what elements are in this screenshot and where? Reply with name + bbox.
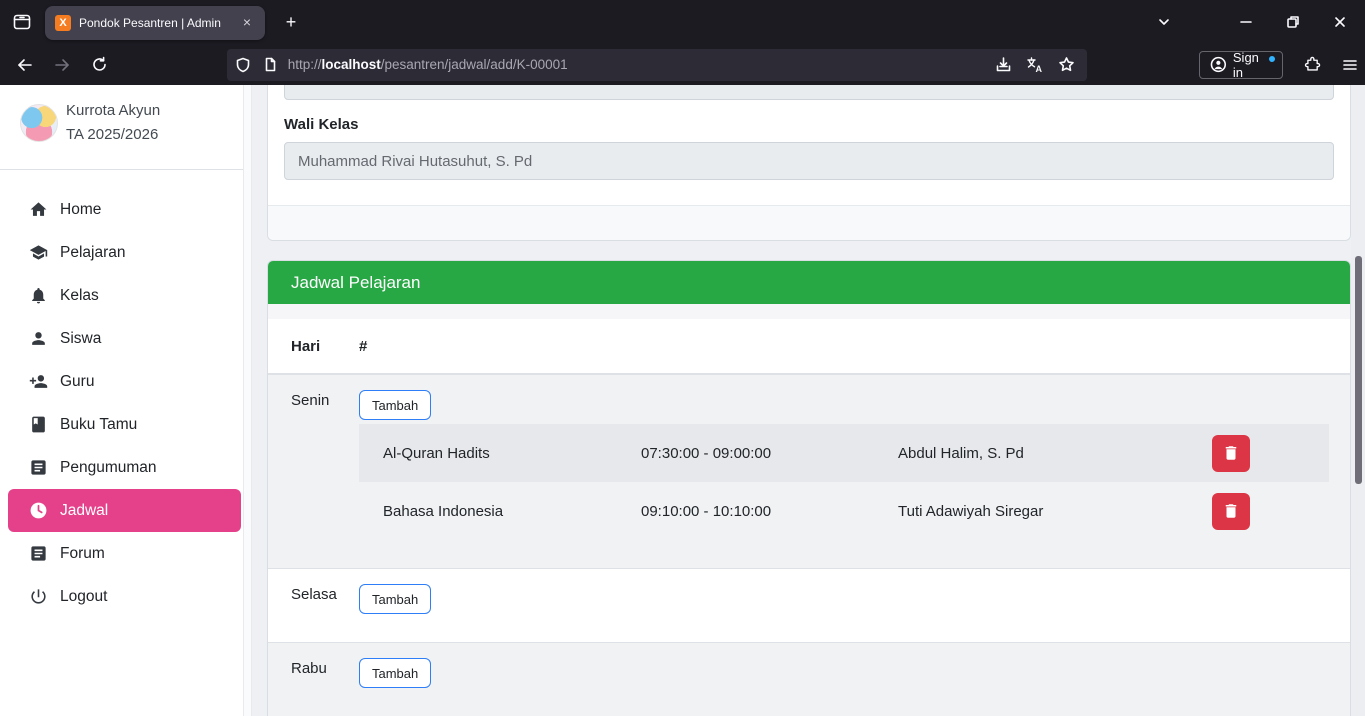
save-page-icon[interactable] bbox=[995, 56, 1012, 73]
menu-hamburger-icon[interactable] bbox=[1335, 50, 1365, 80]
card-footer bbox=[268, 205, 1350, 240]
tambah-button[interactable]: Tambah bbox=[359, 584, 432, 614]
main-scrollbar-thumb[interactable] bbox=[1355, 256, 1362, 484]
user-panel: Kurrota Akyun TA 2025/2026 bbox=[0, 85, 243, 147]
browser-chrome: X Pondok Pesantren | Admin × + http://lo… bbox=[0, 0, 1365, 85]
col-entries-header: # bbox=[359, 337, 368, 355]
schedule-entry-row: Bahasa Indonesia 09:10:00 - 10:10:00 Tut… bbox=[359, 482, 1329, 540]
entry-teacher: Tuti Adawiyah Siregar bbox=[898, 502, 1044, 520]
entry-subject: Bahasa Indonesia bbox=[383, 502, 504, 520]
user-year: TA 2025/2026 bbox=[66, 126, 159, 143]
user-name: Kurrota Akyun bbox=[66, 102, 161, 119]
main-scrollbar[interactable] bbox=[1351, 85, 1365, 716]
tambah-button[interactable]: Tambah bbox=[359, 390, 432, 420]
signin-button[interactable]: Sign in bbox=[1199, 49, 1283, 80]
home-icon bbox=[28, 200, 48, 220]
url-text: http://localhost/pesantren/jadwal/add/K-… bbox=[287, 57, 568, 72]
delete-entry-button[interactable] bbox=[1212, 492, 1250, 530]
sidebar-item-jadwal[interactable]: Jadwal bbox=[8, 489, 241, 532]
trash-icon bbox=[1225, 446, 1237, 460]
delete-entry-button[interactable] bbox=[1212, 434, 1250, 472]
kelas-form-card: Wali Kelas bbox=[267, 85, 1351, 241]
entry-teacher: Abdul Halim, S. Pd bbox=[898, 444, 1024, 462]
account-icon bbox=[1210, 56, 1227, 73]
shield-icon[interactable] bbox=[235, 57, 251, 73]
jadwal-title: Jadwal Pelajaran bbox=[291, 272, 421, 292]
window-minimize-button[interactable] bbox=[1229, 8, 1263, 36]
extensions-puzzle-icon[interactable] bbox=[1297, 50, 1327, 80]
bookmark-star-icon[interactable] bbox=[1058, 56, 1075, 73]
entry-time: 09:10:00 - 10:10:00 bbox=[641, 502, 772, 520]
sidebar-item-siswa[interactable]: Siswa bbox=[0, 317, 243, 360]
signin-label: Sign in bbox=[1232, 49, 1259, 80]
sidebar-item-forum[interactable]: Forum bbox=[0, 532, 243, 575]
entry-time: 07:30:00 - 09:00:00 bbox=[641, 444, 772, 462]
tab-title: Pondok Pesantren | Admin bbox=[79, 16, 221, 30]
sidebar-item-buku-tamu[interactable]: Buku Tamu bbox=[0, 403, 243, 446]
newspaper-icon bbox=[28, 544, 48, 564]
schedule-day-row: Senin Tambah Al-Quran Hadits 07:30:00 - … bbox=[268, 375, 1350, 568]
wali-kelas-field[interactable] bbox=[284, 142, 1334, 180]
sidebar-item-logout[interactable]: Logout bbox=[0, 575, 243, 618]
xampp-favicon-icon: X bbox=[55, 15, 71, 31]
trash-icon bbox=[1225, 504, 1237, 518]
schedule-table-header: Hari # bbox=[268, 319, 1350, 375]
sidebar-item-guru[interactable]: Guru bbox=[0, 360, 243, 403]
day-name: Selasa bbox=[291, 586, 337, 603]
avatar bbox=[20, 104, 58, 142]
entry-subject: Al-Quran Hadits bbox=[383, 444, 490, 462]
jadwal-card-header: Jadwal Pelajaran bbox=[268, 261, 1350, 304]
power-icon bbox=[28, 587, 48, 607]
tab-close-icon[interactable]: × bbox=[237, 13, 257, 33]
entry-list: Al-Quran Hadits 07:30:00 - 09:00:00 Abdu… bbox=[359, 424, 1329, 540]
url-bar[interactable]: http://localhost/pesantren/jadwal/add/K-… bbox=[226, 48, 1088, 81]
page-info-icon[interactable] bbox=[263, 57, 278, 72]
main-content: Wali Kelas Jadwal Pelajaran Hari # Senin… bbox=[252, 85, 1351, 716]
schedule-day-row: Selasa Tambah bbox=[268, 568, 1350, 642]
translate-icon[interactable]: A bbox=[1026, 56, 1044, 74]
sidebar: Kurrota Akyun TA 2025/2026 Home Pelajara… bbox=[0, 85, 243, 716]
jadwal-card: Jadwal Pelajaran Hari # Senin Tambah Al-… bbox=[267, 260, 1351, 716]
window-restore-button[interactable] bbox=[1276, 8, 1310, 36]
sidebar-divider bbox=[0, 169, 243, 170]
user-plus-icon bbox=[28, 372, 48, 392]
clock-icon bbox=[28, 501, 48, 521]
signin-notification-dot bbox=[1269, 55, 1275, 62]
firefox-view-icon[interactable] bbox=[8, 8, 36, 36]
bell-icon bbox=[28, 286, 48, 306]
sidebar-scrollbar[interactable] bbox=[243, 85, 252, 716]
book-icon bbox=[28, 415, 48, 435]
navigation-toolbar: http://localhost/pesantren/jadwal/add/K-… bbox=[0, 44, 1365, 85]
schedule-day-row: Rabu Tambah bbox=[268, 642, 1350, 716]
day-name: Rabu bbox=[291, 660, 327, 677]
sidebar-menu: Home Pelajaran Kelas Siswa Guru Buku Tam… bbox=[0, 184, 243, 622]
back-icon[interactable] bbox=[10, 50, 40, 80]
sidebar-item-pengumuman[interactable]: Pengumuman bbox=[0, 446, 243, 489]
tab-bar: X Pondok Pesantren | Admin × + bbox=[0, 0, 1365, 44]
day-name: Senin bbox=[291, 392, 330, 409]
reload-icon[interactable] bbox=[85, 50, 115, 80]
tambah-button[interactable]: Tambah bbox=[359, 658, 432, 688]
sidebar-item-home[interactable]: Home bbox=[0, 188, 243, 231]
schedule-entry-row: Al-Quran Hadits 07:30:00 - 09:00:00 Abdu… bbox=[359, 424, 1329, 482]
newspaper-icon bbox=[28, 458, 48, 478]
col-hari-header: Hari bbox=[291, 337, 321, 355]
graduation-cap-icon bbox=[28, 243, 48, 263]
sidebar-item-pelajaran[interactable]: Pelajaran bbox=[0, 231, 243, 274]
sidebar-item-kelas[interactable]: Kelas bbox=[0, 274, 243, 317]
user-icon bbox=[28, 329, 48, 349]
schedule-table: Hari # Senin Tambah Al-Quran Hadits 07:3… bbox=[268, 319, 1350, 716]
new-tab-button[interactable]: + bbox=[278, 10, 304, 36]
forward-icon[interactable] bbox=[48, 50, 78, 80]
svg-text:A: A bbox=[1036, 64, 1043, 74]
wali-kelas-label: Wali Kelas bbox=[284, 116, 359, 133]
kelas-field[interactable] bbox=[284, 85, 1334, 100]
page-viewport: Kurrota Akyun TA 2025/2026 Home Pelajara… bbox=[0, 85, 1365, 716]
window-close-button[interactable] bbox=[1323, 8, 1357, 36]
browser-tab[interactable]: X Pondok Pesantren | Admin × bbox=[45, 6, 265, 40]
tab-list-chevron-icon[interactable] bbox=[1147, 8, 1181, 36]
